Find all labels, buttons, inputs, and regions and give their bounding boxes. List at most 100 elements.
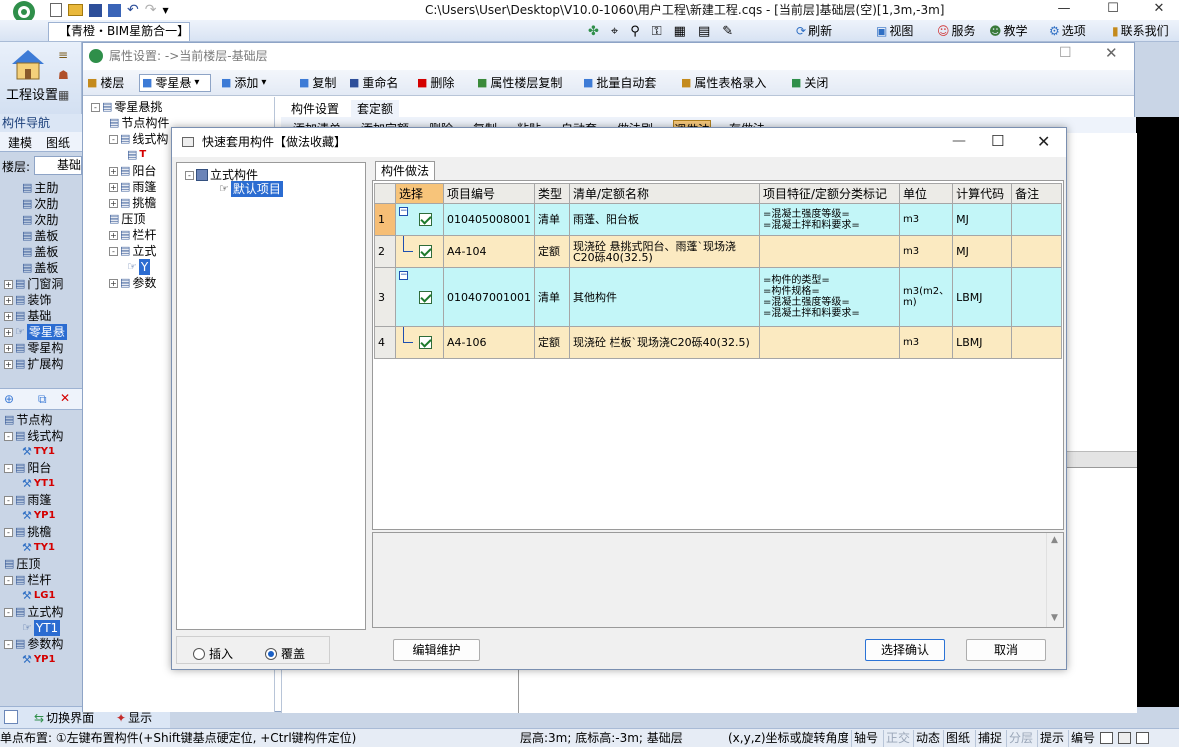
property-toolbar-button[interactable]: ■ 删除	[417, 74, 454, 92]
nav-tree-item[interactable]: ▤ 压顶	[4, 556, 40, 572]
collapse-icon[interactable]: -	[185, 170, 194, 180]
property-toolbar-button[interactable]: ■ 属性楼层复制	[477, 74, 562, 92]
property-tree-item[interactable]: + ▤ 栏杆	[109, 227, 156, 243]
nav-tree-item[interactable]: + ▤ 装饰	[4, 292, 51, 308]
select-cell[interactable]: −	[395, 203, 444, 236]
property-tab[interactable]: 构件设置	[285, 100, 345, 117]
table-row[interactable]: 2 A4-104 定额 现浇砼 悬挑式阳台、雨蓬`现场浇C20砾40(32.5) m3 M…	[374, 235, 1063, 268]
toolbar-options[interactable]: ⚙ 选项	[1049, 22, 1086, 40]
edit-maintain-button[interactable]: 编辑维护	[393, 639, 480, 661]
status-ortho-button[interactable]: 正交	[883, 730, 912, 747]
drawing-canvas[interactable]	[1134, 117, 1179, 707]
table-row[interactable]: 4 A4-106 定额 现浇砼 栏板`现场浇C20砾40(32.5) m3 LBMJ	[374, 326, 1063, 359]
scroll-up-icon[interactable]: ▲	[1051, 535, 1058, 545]
row-checkbox[interactable]	[419, 336, 432, 349]
select-cell[interactable]: −	[395, 267, 444, 327]
nav-tree-item[interactable]: - ▤ 挑檐	[4, 524, 51, 540]
status-coord-input[interactable]: (x,y,z)坐标或旋转角度	[728, 730, 848, 747]
nav-tree-item[interactable]: ⚒ YT1	[22, 476, 55, 492]
dialog-minimize-button[interactable]: —	[952, 133, 966, 149]
insert-radio[interactable]: 插入	[193, 645, 233, 662]
nav-tree-item[interactable]: ⚒ TY1	[22, 540, 55, 556]
save-icon[interactable]	[89, 3, 102, 17]
dialog-close-button[interactable]: ✕	[1037, 132, 1050, 151]
collapse-icon[interactable]: −	[399, 271, 408, 280]
redo-icon[interactable]: ↷	[145, 2, 157, 18]
property-tree-item[interactable]: ▤ 节点构件	[109, 115, 169, 131]
status-layer-button[interactable]: 分层	[1006, 730, 1035, 747]
nav-tree-item[interactable]: ⚒ YP1	[22, 652, 55, 668]
expand-icon[interactable]: +	[4, 359, 13, 369]
header-code[interactable]: 项目编号	[443, 183, 535, 204]
property-tree-item[interactable]: + ▤ 雨篷	[109, 179, 156, 195]
collapse-icon[interactable]: -	[109, 246, 118, 256]
property-toolbar-button[interactable]: ■ 重命名	[349, 74, 398, 92]
nav-tree-item[interactable]: - ▤ 雨篷	[4, 492, 51, 508]
status-dynamic-button[interactable]: 动态	[913, 730, 942, 747]
table-row[interactable]: 1− 010405008001 清单 雨蓬、阳台板 =混凝土强度等级= =混凝土拌和料要求…	[374, 203, 1063, 236]
property-tree-item[interactable]: ▤ 压顶	[109, 211, 145, 227]
header-calc-code[interactable]: 计算代码	[952, 183, 1013, 204]
layers-icon[interactable]: ≡	[58, 48, 76, 62]
expand-icon[interactable]: +	[109, 166, 118, 176]
new-file-icon[interactable]	[50, 3, 62, 17]
toolbar-service[interactable]: ☺ 服务	[937, 22, 976, 40]
grid-icon[interactable]: ▤	[698, 24, 710, 39]
property-tab[interactable]: 套定额	[351, 100, 400, 117]
collapse-icon[interactable]: −	[399, 207, 408, 216]
name-cell[interactable]: 其他构件	[568, 267, 760, 327]
property-toolbar-button[interactable]: ■ 属性表格录入	[681, 74, 766, 92]
property-maximize-button[interactable]: ☐	[1059, 45, 1072, 61]
header-type[interactable]: 类型	[533, 183, 570, 204]
customize-dropdown-icon[interactable]: ▼	[162, 6, 168, 15]
scroll-down-icon[interactable]: ▼	[1051, 613, 1058, 623]
collapse-icon[interactable]: -	[4, 575, 13, 585]
nav-tree-item[interactable]: ▤ 盖板	[22, 244, 58, 260]
header-name[interactable]: 清单/定额名称	[568, 183, 760, 204]
property-close-button[interactable]: ✕	[1105, 44, 1118, 62]
calc-code-cell[interactable]: MJ	[952, 235, 1013, 268]
expand-icon[interactable]: +	[4, 327, 13, 337]
nav-tree-item[interactable]: + ▤ 零星构	[4, 340, 63, 356]
tab-component-method[interactable]: 构件做法	[375, 161, 435, 180]
status-snap-button[interactable]: 捕捉	[975, 730, 1004, 747]
open-folder-icon[interactable]	[68, 4, 83, 16]
collapse-icon[interactable]: -	[91, 102, 100, 112]
name-cell[interactable]: 现浇砼 栏板`现场浇C20砾40(32.5)	[568, 326, 760, 359]
name-cell[interactable]: 雨蓬、阳台板	[568, 203, 760, 236]
property-tree-item[interactable]: + ▤ 参数	[109, 275, 156, 291]
save-all-icon[interactable]	[108, 3, 121, 17]
unit-cell[interactable]: m3	[898, 235, 954, 268]
property-tree-item[interactable]: + ▤ 阳台	[109, 163, 156, 179]
property-toolbar-button[interactable]: ■ 关闭	[791, 74, 828, 92]
group-icon[interactable]: ☗	[58, 68, 76, 82]
project-settings-button[interactable]	[8, 46, 48, 82]
row-checkbox[interactable]	[419, 290, 432, 304]
nav-tree-item[interactable]: - ▤ 参数构	[4, 636, 63, 652]
table-icon[interactable]	[1100, 732, 1113, 744]
find-icon[interactable]: ⚲	[630, 24, 640, 39]
nav-tree-item[interactable]: ⚒ YP1	[22, 508, 55, 524]
property-tree-item[interactable]: + ▤ 挑檐	[109, 195, 156, 211]
dialog-maximize-button[interactable]: ☐	[991, 132, 1004, 150]
expand-icon[interactable]: +	[4, 279, 13, 289]
expand-icon[interactable]: +	[109, 278, 118, 288]
toolbar-contact[interactable]: ▮ 联系我们	[1112, 22, 1169, 40]
brush-icon[interactable]: ✎	[722, 24, 733, 39]
lock-icon[interactable]: ⚿	[652, 24, 662, 39]
property-tree-item[interactable]: - ▤ 立式	[109, 243, 156, 259]
property-tree-item[interactable]: - ▤ 线式构	[109, 131, 168, 147]
note-cell[interactable]	[1011, 326, 1063, 359]
property-tree-item[interactable]: - ▤ 零星悬挑	[91, 99, 162, 115]
nav-tree-item[interactable]: - ▤ 立式构	[4, 604, 63, 620]
nav-tree-item[interactable]: ▤ 次肋	[22, 212, 58, 228]
copy-icon[interactable]	[1118, 732, 1131, 744]
expand-icon[interactable]: +	[4, 343, 13, 353]
layout-icon[interactable]: ▦	[674, 24, 686, 39]
type-cell[interactable]: 清单	[533, 203, 570, 236]
row-checkbox[interactable]	[419, 213, 432, 226]
select-cell[interactable]	[395, 235, 444, 268]
header-select[interactable]: 选择	[395, 183, 444, 204]
feature-cell[interactable]: =构件的类型= =构件规格= =混凝土强度等级= =混凝土拌和料要求=	[758, 267, 900, 327]
nav-tree-item[interactable]: ▤ 盖板	[22, 228, 58, 244]
